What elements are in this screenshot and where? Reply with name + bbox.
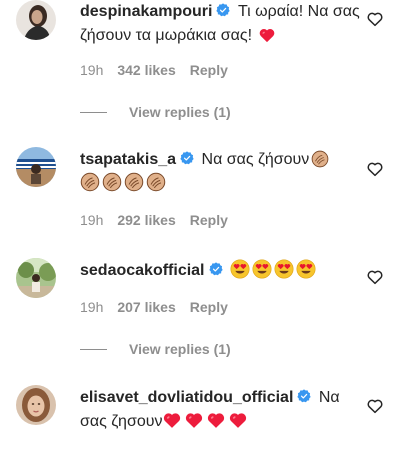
replies-divider: [80, 111, 107, 113]
reply-button[interactable]: Reply: [190, 299, 228, 315]
comment-body: sedaocakofficial: [80, 259, 360, 283]
like-heart-icon[interactable]: [366, 268, 384, 286]
view-replies-label: View replies (1): [129, 104, 231, 120]
verified-badge-icon: [180, 151, 194, 165]
clapping-hands-emoji-icon: [102, 172, 122, 192]
comment-text: Να: [318, 389, 340, 406]
heart-eyes-emoji-icon: [252, 259, 272, 279]
comment-username[interactable]: despinakampouri: [80, 3, 212, 20]
reply-button[interactable]: Reply: [190, 212, 228, 228]
clapping-hands-emoji-icon: [146, 172, 166, 192]
comment-username[interactable]: sedaocakofficial: [80, 262, 205, 279]
avatar[interactable]: [16, 0, 56, 40]
red-heart-emoji-icon: [162, 410, 182, 430]
view-replies-button[interactable]: View replies (1): [80, 340, 231, 358]
clapping-hands-emoji-icon: [311, 150, 329, 168]
comment-likes[interactable]: 342 likes: [117, 62, 175, 78]
red-heart-emoji-icon: [228, 410, 248, 430]
comment-username[interactable]: tsapatakis_a: [80, 151, 176, 168]
view-replies-label: View replies (1): [129, 341, 231, 357]
heart-eyes-emoji-icon: [230, 259, 250, 279]
red-heart-emoji-icon: [206, 410, 226, 430]
comment-text: Να σας ζήσουν: [201, 151, 310, 168]
comment-time: 19h: [80, 299, 104, 315]
comment-meta: 19h 342 likes Reply: [80, 61, 242, 79]
verified-badge-icon: [209, 262, 223, 276]
comment-meta: 19h 207 likes Reply: [80, 298, 242, 316]
replies-divider: [80, 348, 107, 350]
reply-button[interactable]: Reply: [190, 62, 228, 78]
comment-time: 19h: [80, 62, 104, 78]
verified-badge-icon: [216, 3, 230, 17]
comment-body: elisavet_dovliatidou_official Να σας ζησ…: [80, 386, 360, 434]
comment-likes[interactable]: 292 likes: [117, 212, 175, 228]
heart-eyes-emoji-icon: [296, 259, 316, 279]
heart-eyes-emoji-icon: [274, 259, 294, 279]
verified-badge-icon: [297, 389, 311, 403]
red-heart-emoji-icon: [184, 410, 204, 430]
comment-time: 19h: [80, 212, 104, 228]
like-heart-icon[interactable]: [366, 397, 384, 415]
comment-likes[interactable]: 207 likes: [117, 299, 175, 315]
comment-text: σας ζησουν: [80, 413, 163, 430]
view-replies-button[interactable]: View replies (1): [80, 103, 231, 121]
comment-meta: 19h 292 likes Reply: [80, 211, 242, 229]
avatar[interactable]: [16, 147, 56, 187]
clapping-hands-emoji-icon: [80, 172, 100, 192]
comment-body: despinakampouri Τι ωραία! Να σας ζήσουν …: [80, 0, 360, 48]
red-heart-emoji-icon: [258, 26, 276, 44]
like-heart-icon[interactable]: [366, 10, 384, 28]
avatar[interactable]: [16, 258, 56, 298]
avatar[interactable]: [16, 385, 56, 425]
like-heart-icon[interactable]: [366, 160, 384, 178]
comment-username[interactable]: elisavet_dovliatidou_official: [80, 389, 293, 406]
comment-body: tsapatakis_a Να σας ζήσουν: [80, 148, 360, 196]
clapping-hands-emoji-icon: [124, 172, 144, 192]
